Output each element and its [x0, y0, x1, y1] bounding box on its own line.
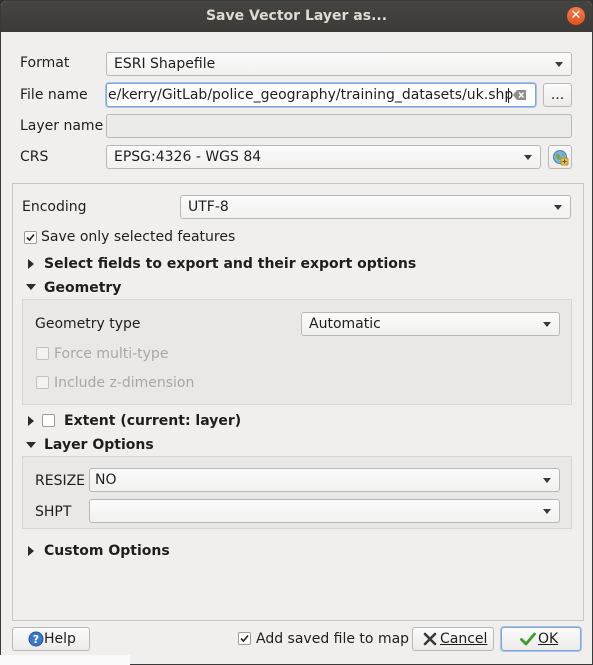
- save-vector-layer-dialog: Save Vector Layer as... ✕ Format ESRI Sh…: [0, 0, 593, 665]
- encoding-value: UTF-8: [188, 199, 229, 215]
- select-fields-section[interactable]: Select fields to export and their export…: [44, 255, 416, 273]
- help-button[interactable]: ? Help: [12, 627, 90, 651]
- geometry-group: Geometry type Automatic Force multi-type…: [22, 299, 572, 405]
- shpt-label: SHPT: [35, 504, 72, 520]
- chevron-down-icon: [543, 322, 551, 327]
- crs-value: EPSG:4326 - WGS 84: [114, 149, 262, 165]
- help-icon: ?: [28, 631, 44, 647]
- chevron-down-icon: [554, 205, 562, 210]
- ok-button[interactable]: OK: [501, 627, 581, 651]
- collapse-arrow-icon[interactable]: [26, 442, 36, 448]
- cancel-icon: [423, 632, 437, 646]
- layername-label: Layer name: [20, 118, 104, 134]
- layername-input[interactable]: [106, 114, 572, 138]
- globe-icon: [553, 150, 569, 166]
- force-multi-label: Force multi-type: [54, 346, 169, 362]
- clear-text-icon[interactable]: [513, 90, 527, 100]
- format-select[interactable]: ESRI Shapefile: [106, 52, 572, 76]
- expand-arrow-icon[interactable]: [28, 259, 34, 269]
- save-selected-checkbox[interactable]: [24, 231, 37, 244]
- geometry-type-select[interactable]: Automatic: [301, 312, 560, 336]
- geometry-section[interactable]: Geometry: [44, 279, 121, 297]
- geometry-type-label: Geometry type: [35, 316, 141, 332]
- svg-text:?: ?: [33, 633, 39, 646]
- ok-label: OK: [538, 631, 559, 647]
- shpt-select[interactable]: [89, 499, 560, 523]
- crs-selector-button[interactable]: [548, 145, 572, 169]
- chevron-down-icon: [543, 478, 551, 483]
- expand-arrow-icon[interactable]: [28, 546, 34, 556]
- add-saved-label: Add saved file to map: [256, 631, 410, 647]
- resize-label: RESIZE: [35, 473, 86, 489]
- chevron-down-icon: [543, 509, 551, 514]
- format-label: Format: [20, 55, 70, 71]
- cancel-label: Cancel: [440, 631, 488, 647]
- cancel-button[interactable]: Cancel: [412, 627, 494, 651]
- expand-arrow-icon[interactable]: [28, 416, 34, 426]
- format-value: ESRI Shapefile: [114, 56, 216, 72]
- help-label: Help: [44, 631, 76, 647]
- geometry-type-value: Automatic: [309, 316, 381, 332]
- filename-label: File name: [20, 87, 88, 103]
- extent-checkbox[interactable]: [42, 414, 55, 427]
- encoding-label: Encoding: [22, 199, 87, 215]
- crs-select[interactable]: EPSG:4326 - WGS 84: [106, 145, 541, 169]
- filename-value: e/kerry/GitLab/police_geography/training…: [108, 87, 514, 103]
- extent-section[interactable]: Extent (current: layer): [64, 412, 241, 430]
- background-window-strip: [0, 655, 130, 665]
- title-bar: Save Vector Layer as... ✕: [1, 1, 592, 32]
- crs-label: CRS: [20, 149, 49, 165]
- checkmark-icon: [26, 233, 35, 242]
- filename-input[interactable]: e/kerry/GitLab/police_geography/training…: [106, 83, 536, 107]
- options-panel: Encoding UTF-8 Save only selected featur…: [12, 183, 584, 621]
- layer-options-section[interactable]: Layer Options: [44, 436, 154, 454]
- chevron-down-icon: [524, 155, 532, 160]
- include-z-checkbox[interactable]: [36, 376, 49, 389]
- ok-check-icon: [520, 632, 536, 646]
- chevron-down-icon: [555, 62, 563, 67]
- window-title: Save Vector Layer as...: [205, 8, 388, 24]
- close-icon[interactable]: ✕: [567, 7, 585, 25]
- layer-options-group: RESIZE NO SHPT: [22, 456, 572, 529]
- resize-select[interactable]: NO: [89, 468, 560, 492]
- save-selected-label: Save only selected features: [41, 229, 236, 245]
- collapse-arrow-icon[interactable]: [26, 284, 36, 290]
- resize-value: NO: [95, 472, 117, 488]
- browse-button[interactable]: ...: [543, 83, 572, 107]
- text-caret: [508, 88, 509, 103]
- checkmark-icon: [240, 634, 249, 643]
- add-saved-checkbox[interactable]: [238, 632, 251, 645]
- force-multi-checkbox[interactable]: [36, 347, 49, 360]
- include-z-label: Include z-dimension: [54, 375, 195, 391]
- custom-options-section[interactable]: Custom Options: [44, 542, 170, 560]
- encoding-select[interactable]: UTF-8: [180, 195, 571, 219]
